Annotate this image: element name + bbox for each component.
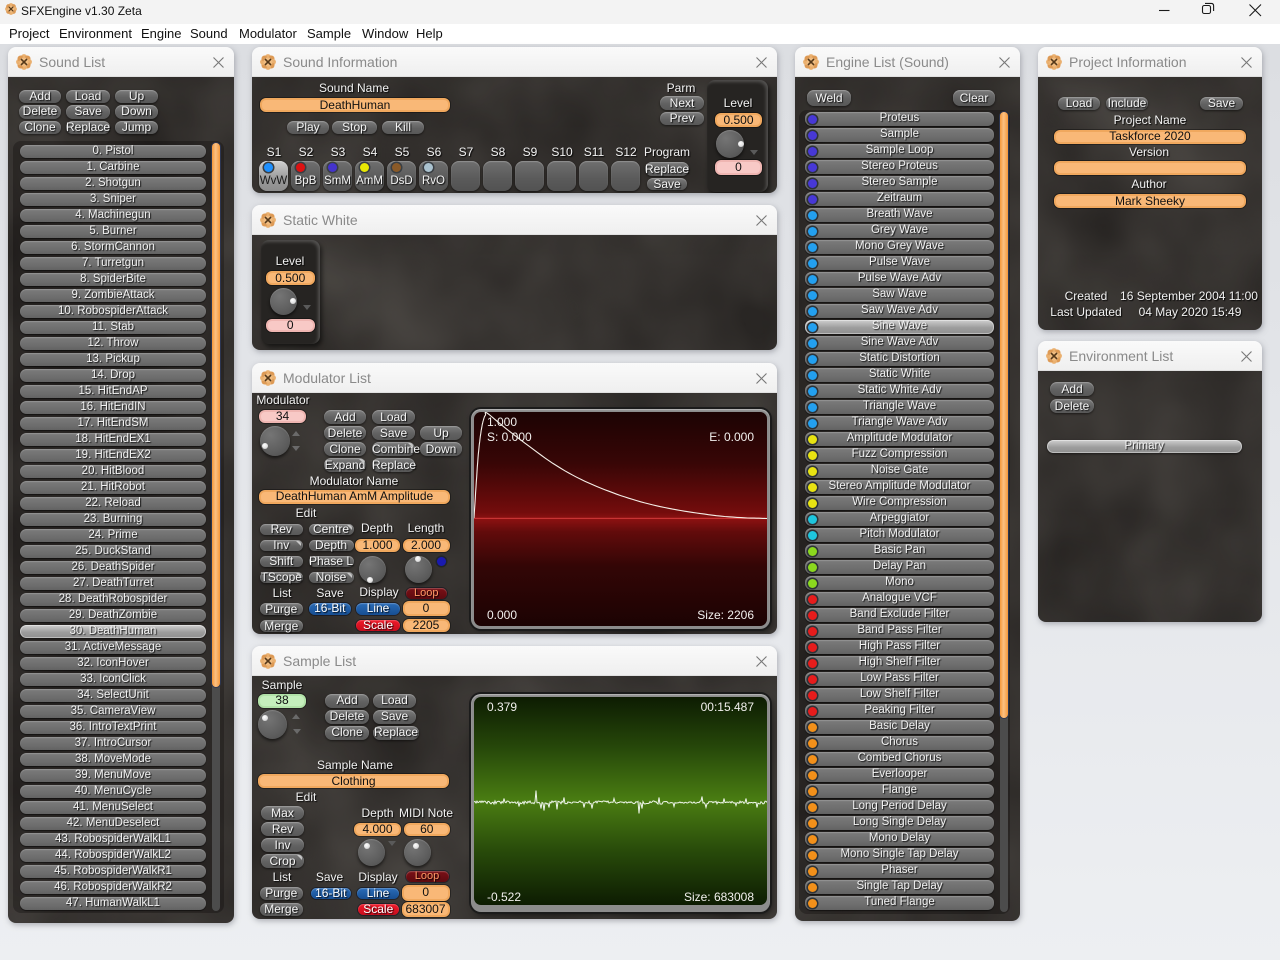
svg-text:0.000: 0.000 (487, 608, 517, 622)
svg-text:Size: 2206: Size: 2206 (697, 608, 754, 622)
svg-text:Size: 683008: Size: 683008 (684, 890, 754, 904)
svg-text:E: 0.000: E: 0.000 (709, 430, 754, 444)
svg-text:S: 0.000: S: 0.000 (487, 430, 532, 444)
svg-text:0.379: 0.379 (487, 700, 517, 714)
svg-text:00:15.487: 00:15.487 (701, 700, 755, 714)
svg-text:-0.522: -0.522 (487, 890, 521, 904)
svg-text:1.000: 1.000 (487, 415, 517, 429)
